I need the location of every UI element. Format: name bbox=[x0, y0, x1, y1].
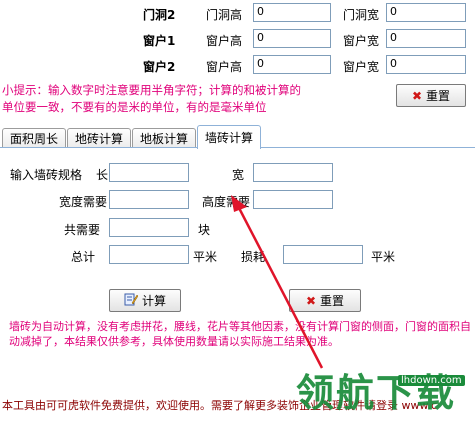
loss-input[interactable] bbox=[283, 245, 363, 264]
window-width-label: 窗户宽 bbox=[343, 60, 380, 74]
close-x-icon: ✖ bbox=[305, 293, 317, 308]
window2-width-input[interactable]: 0 bbox=[386, 55, 466, 74]
tile-width-input[interactable] bbox=[253, 163, 333, 182]
tab-area-perimeter[interactable]: 面积周长 bbox=[2, 128, 66, 148]
total-label: 总计 bbox=[71, 250, 96, 264]
window-height-label: 窗户高 bbox=[206, 34, 243, 48]
width-need-input[interactable] bbox=[109, 190, 189, 209]
width-label: 宽 bbox=[232, 168, 245, 182]
door2-label: 门洞2 bbox=[143, 8, 176, 22]
door-height-label: 门洞高 bbox=[206, 8, 243, 22]
height-need-input[interactable] bbox=[253, 190, 333, 209]
spec-label: 输入墙砖规格 bbox=[10, 168, 83, 182]
tab-wall-tile[interactable]: 墙砖计算 bbox=[197, 125, 261, 149]
total-input[interactable] bbox=[109, 245, 189, 264]
note-line-2: 动减掉了，本结果仅供参考，具体使用数量请以实际施工结果为准。 bbox=[9, 335, 339, 348]
window2-label: 窗户2 bbox=[143, 60, 176, 74]
window1-width-input[interactable]: 0 bbox=[386, 29, 466, 48]
door-width-label: 门洞宽 bbox=[343, 8, 380, 22]
window1-height-input[interactable]: 0 bbox=[253, 29, 331, 48]
hint-line-2: 单位要一致，不要有的是米的单位，有的是毫米单位 bbox=[2, 100, 267, 114]
note-line-1: 墙砖为自动计算，没有考虑拼花，腰线，花片等其他因素，没有计算门窗的侧面，门窗的面… bbox=[9, 320, 471, 333]
door2-width-input[interactable]: 0 bbox=[386, 3, 466, 22]
tab-floor-board[interactable]: 地板计算 bbox=[132, 128, 196, 148]
unit-block-label: 块 bbox=[198, 223, 211, 237]
calculate-label: 计算 bbox=[141, 294, 166, 308]
reset-label: 重置 bbox=[320, 294, 345, 308]
watermark-url: lhdown.com bbox=[398, 375, 465, 386]
unit-sqm-label-2: 平米 bbox=[371, 250, 396, 264]
tile-length-input[interactable] bbox=[109, 163, 189, 182]
door2-height-input[interactable]: 0 bbox=[253, 3, 331, 22]
window1-label: 窗户1 bbox=[143, 34, 176, 48]
window-width-label: 窗户宽 bbox=[343, 34, 380, 48]
top-reset-label: 重置 bbox=[426, 89, 451, 103]
calculate-button[interactable]: 计算 bbox=[109, 289, 181, 312]
reset-button[interactable]: ✖ 重置 bbox=[289, 289, 361, 312]
hint-line-1: 小提示：输入数字时注意要用半角字符；计算的和被计算的 bbox=[2, 83, 301, 97]
top-reset-button[interactable]: ✖ 重置 bbox=[396, 84, 466, 107]
width-need-label: 宽度需要 bbox=[59, 195, 108, 209]
total-need-label: 共需要 bbox=[64, 223, 101, 237]
window-height-label: 窗户高 bbox=[206, 60, 243, 74]
loss-label: 损耗 bbox=[241, 250, 266, 264]
total-need-input[interactable] bbox=[109, 218, 189, 237]
length-label: 长 bbox=[96, 168, 109, 182]
watermark-logo: 领航下载 bbox=[296, 371, 457, 415]
calculator-edit-icon bbox=[124, 292, 139, 309]
tab-floor-tile[interactable]: 地砖计算 bbox=[67, 128, 131, 148]
window2-height-input[interactable]: 0 bbox=[253, 55, 331, 74]
close-x-icon: ✖ bbox=[411, 88, 423, 103]
unit-sqm-label-1: 平米 bbox=[193, 250, 218, 264]
height-need-label: 高度需要 bbox=[202, 195, 251, 209]
